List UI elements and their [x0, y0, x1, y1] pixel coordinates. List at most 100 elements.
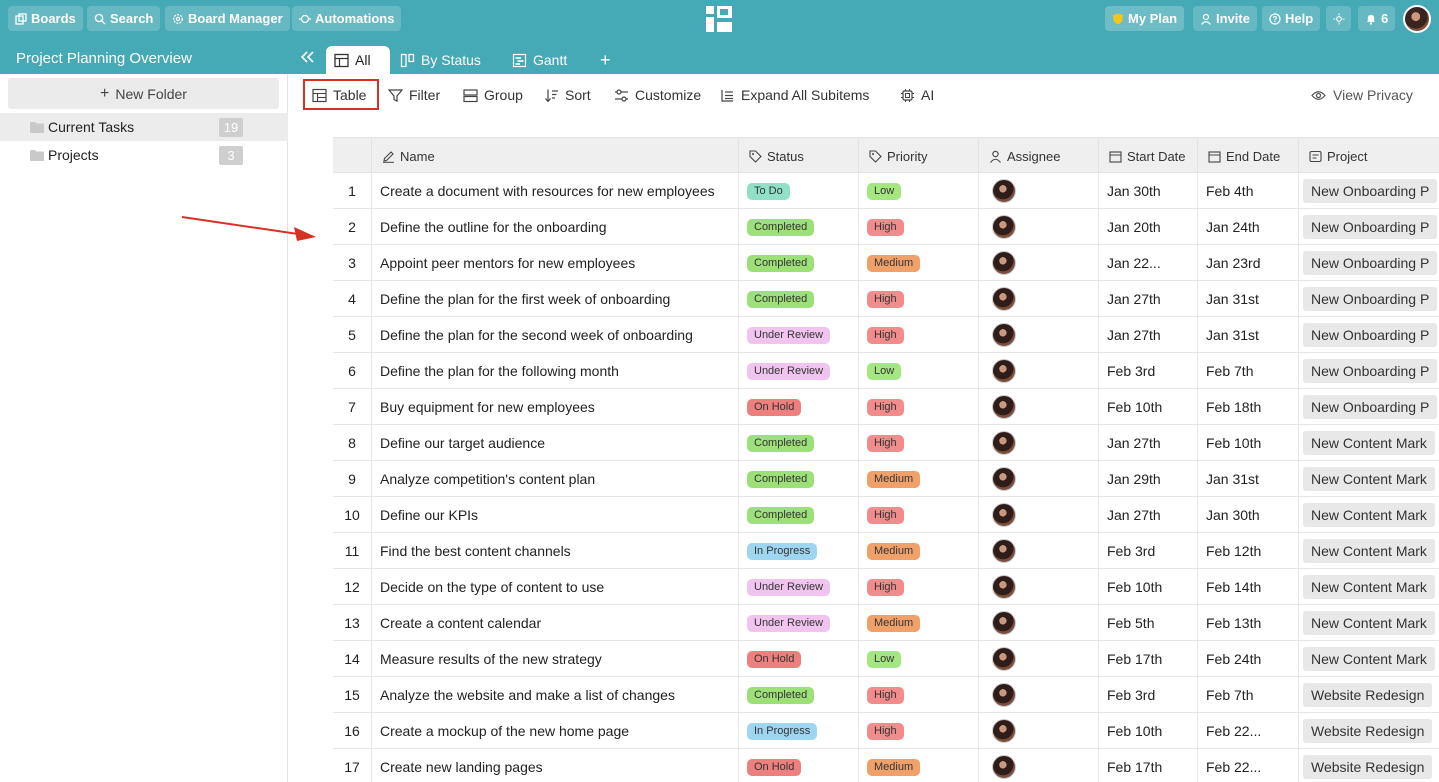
task-name-cell[interactable]: Buy equipment for new employees: [371, 389, 738, 425]
priority-cell[interactable]: High: [858, 425, 978, 461]
table-row[interactable]: 9 Analyze competition's content plan Compl…: [333, 461, 1439, 497]
header-status[interactable]: Status: [738, 138, 858, 174]
task-name-cell[interactable]: Create a document with resources for new…: [371, 173, 738, 209]
priority-cell[interactable]: Medium: [858, 533, 978, 569]
end-date-cell[interactable]: Feb 10th: [1197, 425, 1298, 461]
end-date-cell[interactable]: Feb 14th: [1197, 569, 1298, 605]
status-cell[interactable]: In Progress: [738, 713, 858, 749]
table-row[interactable]: 15 Analyze the website and make a list of…: [333, 677, 1439, 713]
task-name-cell[interactable]: Define the plan for the following month: [371, 353, 738, 389]
start-date-cell[interactable]: Feb 10th: [1098, 713, 1197, 749]
priority-cell[interactable]: Medium: [858, 749, 978, 782]
task-name-cell[interactable]: Create new landing pages: [371, 749, 738, 782]
task-name-cell[interactable]: Define our target audience: [371, 425, 738, 461]
sort-button[interactable]: Sort: [544, 84, 591, 106]
collapse-sidebar-icon[interactable]: [298, 48, 316, 66]
table-row[interactable]: 12 Decide on the type of content to use Un…: [333, 569, 1439, 605]
table-row[interactable]: 8 Define our target audience Completed High…: [333, 425, 1439, 461]
project-cell[interactable]: New Content Mark: [1298, 533, 1439, 569]
assignee-cell[interactable]: [978, 425, 1098, 461]
assignee-cell[interactable]: [978, 209, 1098, 245]
table-row[interactable]: 14 Measure results of the new strategy On …: [333, 641, 1439, 677]
priority-cell[interactable]: High: [858, 497, 978, 533]
filter-button[interactable]: Filter: [388, 84, 440, 106]
status-cell[interactable]: Under Review: [738, 353, 858, 389]
start-date-cell[interactable]: Jan 27th: [1098, 317, 1197, 353]
status-cell[interactable]: Under Review: [738, 569, 858, 605]
notifications-button[interactable]: 6: [1358, 6, 1396, 31]
task-name-cell[interactable]: Appoint peer mentors for new employees: [371, 245, 738, 281]
end-date-cell[interactable]: Feb 4th: [1197, 173, 1298, 209]
status-cell[interactable]: Completed: [738, 677, 858, 713]
start-date-cell[interactable]: Jan 27th: [1098, 281, 1197, 317]
status-cell[interactable]: Under Review: [738, 317, 858, 353]
status-cell[interactable]: On Hold: [738, 389, 858, 425]
end-date-cell[interactable]: Feb 18th: [1197, 389, 1298, 425]
invite-button[interactable]: Invite: [1193, 6, 1257, 31]
priority-cell[interactable]: Medium: [858, 461, 978, 497]
priority-cell[interactable]: High: [858, 569, 978, 605]
project-cell[interactable]: New Onboarding P: [1298, 281, 1439, 317]
assignee-cell[interactable]: [978, 389, 1098, 425]
priority-cell[interactable]: Low: [858, 641, 978, 677]
header-name[interactable]: Name: [371, 138, 738, 174]
end-date-cell[interactable]: Feb 12th: [1197, 533, 1298, 569]
table-row[interactable]: 2 Define the outline for the onboarding Co…: [333, 209, 1439, 245]
status-cell[interactable]: Completed: [738, 281, 858, 317]
end-date-cell[interactable]: Feb 7th: [1197, 677, 1298, 713]
status-cell[interactable]: Completed: [738, 461, 858, 497]
task-name-cell[interactable]: Measure results of the new strategy: [371, 641, 738, 677]
tab-all[interactable]: All: [326, 46, 390, 74]
status-cell[interactable]: Completed: [738, 245, 858, 281]
status-cell[interactable]: Under Review: [738, 605, 858, 641]
new-folder-button[interactable]: + New Folder: [8, 78, 279, 109]
table-row[interactable]: 10 Define our KPIs Completed High Jan 27th Ja…: [333, 497, 1439, 533]
end-date-cell[interactable]: Jan 23rd: [1197, 245, 1298, 281]
task-name-cell[interactable]: Define the outline for the onboarding: [371, 209, 738, 245]
start-date-cell[interactable]: Feb 10th: [1098, 389, 1197, 425]
task-name-cell[interactable]: Define our KPIs: [371, 497, 738, 533]
start-date-cell[interactable]: Feb 17th: [1098, 641, 1197, 677]
end-date-cell[interactable]: Jan 30th: [1197, 497, 1298, 533]
end-date-cell[interactable]: Feb 22...: [1197, 713, 1298, 749]
task-name-cell[interactable]: Define the plan for the first week of on…: [371, 281, 738, 317]
priority-cell[interactable]: Medium: [858, 605, 978, 641]
assignee-cell[interactable]: [978, 497, 1098, 533]
task-name-cell[interactable]: Create a content calendar: [371, 605, 738, 641]
status-cell[interactable]: In Progress: [738, 533, 858, 569]
header-project[interactable]: Project: [1298, 138, 1439, 174]
search-button[interactable]: Search: [87, 6, 161, 31]
help-button[interactable]: ? Help: [1262, 6, 1321, 31]
priority-cell[interactable]: High: [858, 317, 978, 353]
project-cell[interactable]: New Onboarding P: [1298, 173, 1439, 209]
end-date-cell[interactable]: Feb 24th: [1197, 641, 1298, 677]
assignee-cell[interactable]: [978, 173, 1098, 209]
assignee-cell[interactable]: [978, 677, 1098, 713]
boards-button[interactable]: Boards: [8, 6, 83, 31]
status-cell[interactable]: Completed: [738, 209, 858, 245]
start-date-cell[interactable]: Feb 10th: [1098, 569, 1197, 605]
priority-cell[interactable]: High: [858, 713, 978, 749]
table-row[interactable]: 13 Create a content calendar Under Review M…: [333, 605, 1439, 641]
header-start-date[interactable]: Start Date: [1098, 138, 1197, 174]
project-cell[interactable]: Website Redesign: [1298, 713, 1439, 749]
status-cell[interactable]: Completed: [738, 425, 858, 461]
project-cell[interactable]: New Content Mark: [1298, 605, 1439, 641]
assignee-cell[interactable]: [978, 605, 1098, 641]
project-cell[interactable]: Website Redesign: [1298, 677, 1439, 713]
start-date-cell[interactable]: Feb 5th: [1098, 605, 1197, 641]
task-name-cell[interactable]: Create a mockup of the new home page: [371, 713, 738, 749]
table-row[interactable]: 7 Buy equipment for new employees On Hold H…: [333, 389, 1439, 425]
end-date-cell[interactable]: Feb 13th: [1197, 605, 1298, 641]
assignee-cell[interactable]: [978, 569, 1098, 605]
add-tab-button[interactable]: +: [592, 46, 619, 74]
group-button[interactable]: Group: [463, 84, 523, 106]
start-date-cell[interactable]: Feb 17th: [1098, 749, 1197, 782]
project-cell[interactable]: New Content Mark: [1298, 569, 1439, 605]
task-name-cell[interactable]: Decide on the type of content to use: [371, 569, 738, 605]
header-end-date[interactable]: End Date: [1197, 138, 1298, 174]
table-row[interactable]: 16 Create a mockup of the new home page In…: [333, 713, 1439, 749]
assignee-cell[interactable]: [978, 533, 1098, 569]
header-priority[interactable]: Priority: [858, 138, 978, 174]
board-manager-button[interactable]: Board Manager: [165, 6, 290, 31]
